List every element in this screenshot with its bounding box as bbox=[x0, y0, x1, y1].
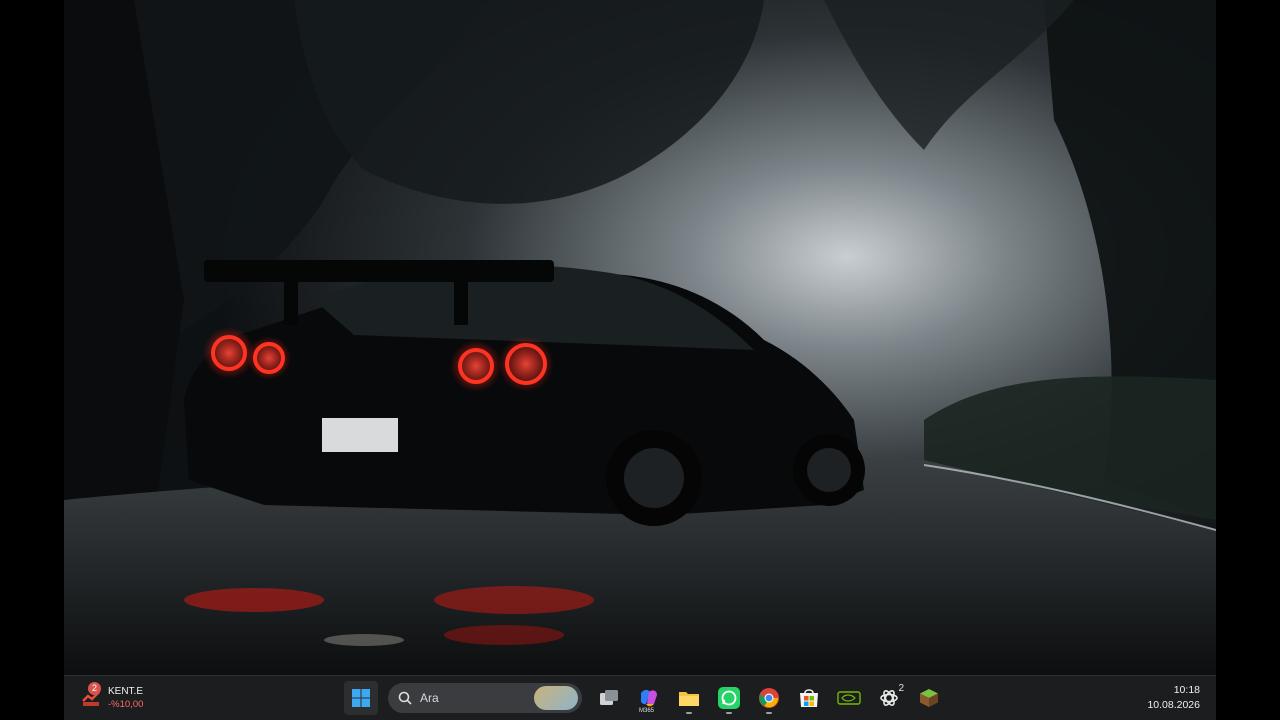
search-icon bbox=[398, 691, 412, 705]
whatsapp-button[interactable] bbox=[712, 681, 746, 715]
clock-date: 10.08.2026 bbox=[1147, 699, 1200, 711]
store-button[interactable] bbox=[792, 681, 826, 715]
task-view-button[interactable] bbox=[592, 681, 626, 715]
m365-button[interactable]: M365 bbox=[632, 681, 666, 715]
chatgpt-button[interactable]: 2 bbox=[872, 681, 906, 715]
windows-logo-icon bbox=[352, 689, 370, 707]
taskbar: 2 KENT.E -%10,00 Ara M365 2 10:18 10.08.… bbox=[64, 675, 1216, 720]
notification-badge: 2 bbox=[88, 682, 101, 695]
system-clock[interactable]: 10:18 10.08.2026 bbox=[1147, 683, 1200, 713]
chrome-icon bbox=[759, 688, 779, 708]
widget-value: -%10,00 bbox=[108, 699, 144, 710]
search-box[interactable]: Ara bbox=[388, 683, 582, 713]
m365-label: M365 bbox=[639, 708, 655, 714]
m365-icon bbox=[640, 689, 657, 707]
nvidia-button[interactable] bbox=[832, 681, 866, 715]
clock-time: 10:18 bbox=[1173, 684, 1200, 696]
chrome-button[interactable] bbox=[752, 681, 786, 715]
wallpaper bbox=[64, 0, 1216, 676]
stock-icon: 2 bbox=[80, 682, 102, 709]
task-view-icon bbox=[600, 690, 618, 705]
minecraft-button[interactable] bbox=[912, 681, 946, 715]
widget-title: KENT.E bbox=[108, 686, 144, 697]
taskbar-center: Ara M365 2 bbox=[344, 680, 946, 716]
store-icon bbox=[800, 689, 818, 707]
search-placeholder: Ara bbox=[420, 691, 439, 705]
desktop-screen: 2 KENT.E -%10,00 Ara M365 2 10:18 10.08.… bbox=[64, 0, 1216, 720]
minecraft-icon bbox=[920, 689, 938, 707]
nvidia-icon bbox=[837, 691, 861, 705]
chatgpt-badge: 2 bbox=[898, 683, 904, 694]
stock-widget[interactable]: 2 KENT.E -%10,00 bbox=[80, 682, 200, 714]
file-explorer-button[interactable] bbox=[672, 681, 706, 715]
folder-icon bbox=[679, 692, 699, 706]
search-highlight-image[interactable] bbox=[534, 686, 578, 710]
whatsapp-icon bbox=[718, 687, 740, 709]
chatgpt-icon bbox=[880, 690, 898, 706]
start-button[interactable] bbox=[344, 681, 378, 715]
